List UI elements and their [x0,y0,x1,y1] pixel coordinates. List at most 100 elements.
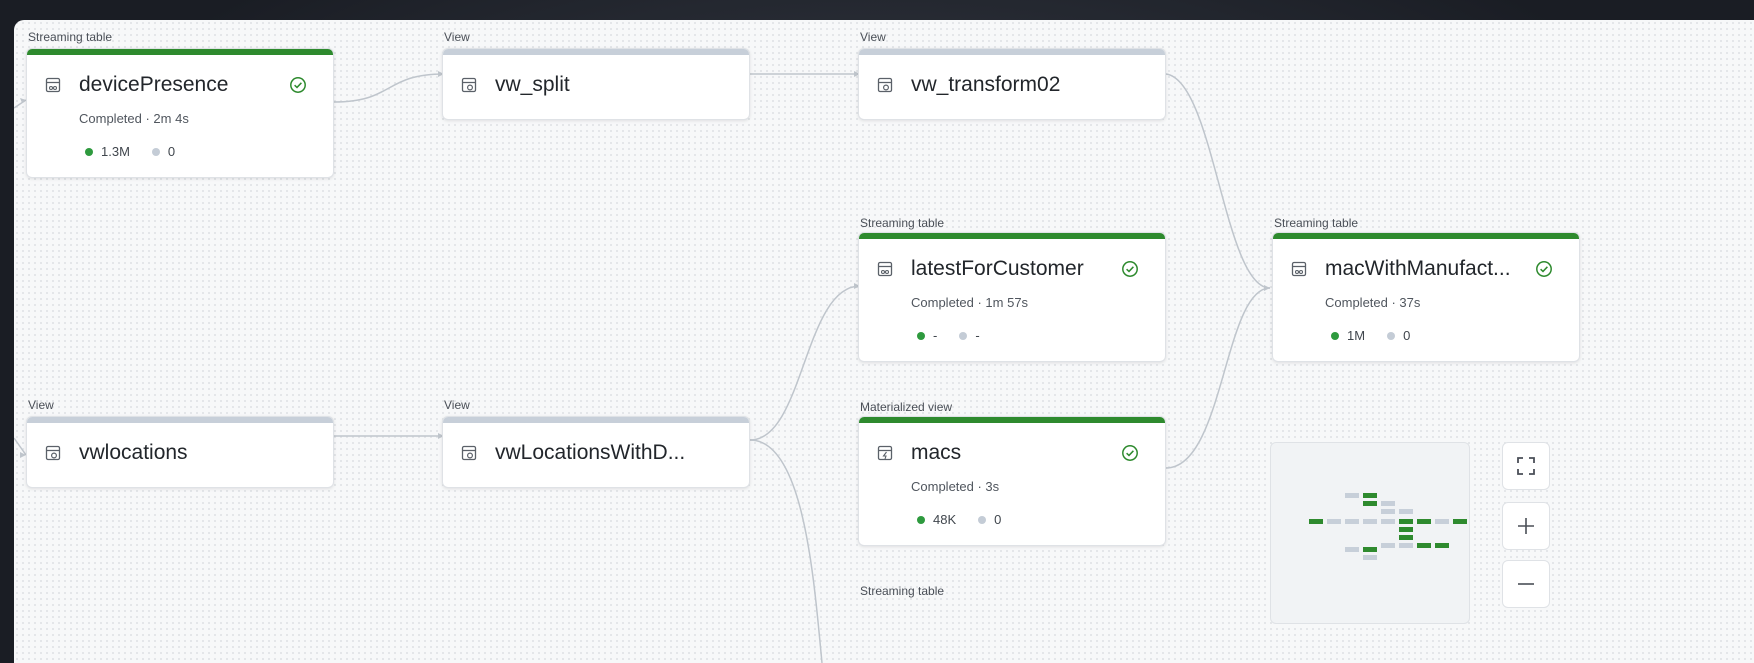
minimap-node [1399,519,1413,524]
output-records: 48K [933,512,957,527]
view-icon [461,77,477,93]
node-name: devicePresence [79,73,229,96]
node-status: Completed · 3s [911,479,1000,494]
edge-vw_transform02-macWithManufacturer [1165,73,1271,289]
node-name: macWithManufact... [1325,257,1511,280]
node-type-label: Materialized view [860,400,953,414]
pipeline-graph-canvas[interactable]: Streaming table devicePresence Completed… [14,20,1754,663]
minimap-node [1363,555,1377,560]
node-name: vw_split [495,73,570,96]
output-records-dot [1331,331,1339,340]
view-icon [877,77,893,93]
dropped-records-dot [151,147,160,156]
node-macWithManufacturer[interactable]: macWithManufact... Completed · 37s 1M 0 [1272,232,1580,362]
check-circle-icon [1536,261,1552,277]
minimap-node [1381,519,1395,524]
minimap-node [1417,543,1431,548]
node-type-label: Streaming table [28,30,113,44]
dropped-records-dot [978,515,987,524]
dropped-records: - [975,328,980,343]
minimap-node [1399,527,1413,532]
zoom-out-icon [1518,583,1534,585]
minimap[interactable] [1270,442,1470,624]
node-vwLocationsWithD[interactable]: vwLocationsWithD... [442,416,750,488]
node-metrics: 48K 0 [917,512,1001,527]
minimap-node [1363,519,1377,524]
edge-vwLocationsWithD-latestForCustomer [749,285,861,441]
status-bar [859,417,1165,423]
status-bar [1273,233,1579,239]
minimap-node [1453,519,1467,524]
status-bar [27,49,333,55]
output-records-dot [85,147,93,156]
zoom-in-button[interactable] [1502,502,1550,550]
output-records-dot [917,515,925,524]
node-name: vwLocationsWithD... [495,441,686,464]
dropped-records: 0 [994,512,1002,527]
node-status: Completed · 2m 4s [79,111,189,126]
streaming-table-icon [45,77,61,93]
output-records: - [933,328,938,343]
edge-vwLocationsWithD-bottom [749,439,823,663]
status-bar [443,49,749,55]
node-name: vwlocations [79,441,188,464]
status-bar [859,49,1165,55]
edge-macs-macWithManufacturer [1165,287,1271,469]
status-bar [27,417,333,423]
zoom-in-icon [1518,518,1534,534]
node-status: Completed · 1m 57s [911,295,1029,310]
minimap-node [1381,509,1395,514]
node-metrics: - - [917,328,980,343]
output-records-dot [917,331,925,340]
node-status: Completed · 37s [1325,295,1421,310]
status-bar [859,233,1165,239]
minimap-node [1435,543,1449,548]
node-name: vw_transform02 [911,73,1061,96]
minimap-node [1309,519,1323,524]
status-bar [443,417,749,423]
node-type-label: View [444,398,470,412]
minimap-node [1381,543,1395,548]
node-devicePresence[interactable]: devicePresence Completed · 2m 4s 1.3M 0 [26,48,334,178]
dropped-records-dot [959,331,968,340]
minimap-node [1345,519,1359,524]
view-icon [461,445,477,461]
output-records: 1M [1347,328,1366,343]
node-name: latestForCustomer [911,257,1084,280]
minimap-node [1399,509,1413,514]
dropped-records: 0 [167,144,176,159]
dropped-records: 0 [1403,328,1411,343]
node-vw_transform02[interactable]: vw_transform02 [858,48,1166,120]
node-vwlocations[interactable]: vwlocations [26,416,334,488]
minimap-node [1363,547,1377,552]
check-circle-icon [290,77,306,93]
dropped-records-dot [1387,331,1396,340]
node-type-label: View [28,398,54,412]
fullscreen-icon [1517,457,1535,475]
minimap-node [1435,519,1449,524]
node-vw_split[interactable]: vw_split [442,48,750,120]
node-macs[interactable]: macs Completed · 3s 48K 0 [858,416,1166,546]
fullscreen-button[interactable] [1502,442,1550,490]
zoom-out-button[interactable] [1502,560,1550,608]
node-type-label: Streaming table [860,584,945,598]
minimap-node [1363,493,1377,498]
minimap-node [1399,543,1413,548]
minimap-node [1345,493,1359,498]
node-metrics: 1M 0 [1331,328,1410,343]
node-type-label: Streaming table [1274,216,1359,230]
minimap-node [1345,547,1359,552]
minimap-node [1417,519,1431,524]
node-type-label: View [444,30,470,44]
node-type-label: View [860,30,886,44]
minimap-node [1399,535,1413,540]
output-records: 1.3M [101,144,130,159]
node-name: macs [911,441,962,464]
check-circle-icon [1122,445,1138,461]
minimap-node [1327,519,1341,524]
node-metrics: 1.3M 0 [85,144,175,159]
minimap-node [1363,501,1377,506]
view-icon [45,445,61,461]
node-latestForCustomer[interactable]: latestForCustomer Completed · 1m 57s - - [858,232,1166,362]
check-circle-icon [1122,261,1138,277]
